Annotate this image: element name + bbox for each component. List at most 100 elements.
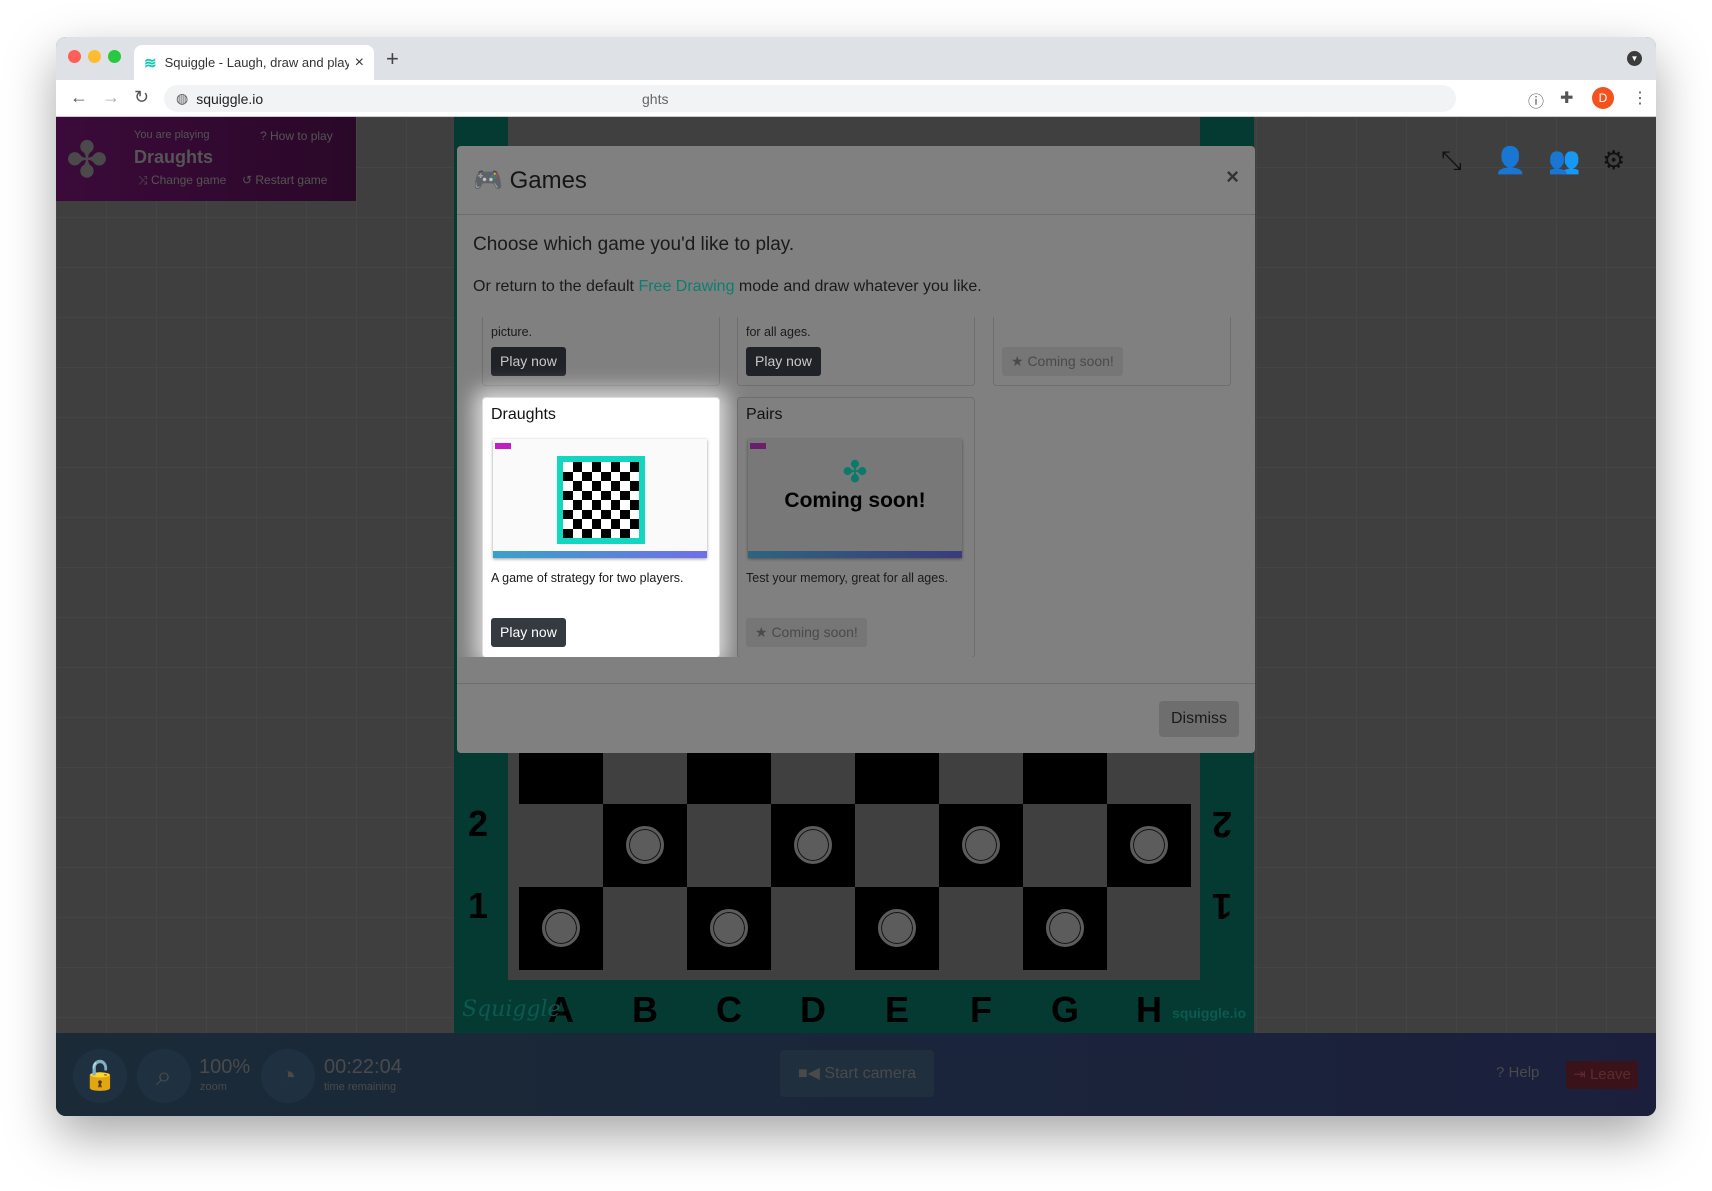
url-input[interactable]: ◍ squiggle.io ghts [164,85,1456,112]
compress-icon[interactable]: ⤡ [1441,145,1462,177]
zoom-search-icon[interactable]: ⌕ [137,1049,191,1103]
game-card-pairs: Pairs ✤ Coming soon! Test your memory, g… [737,397,975,657]
game-title: Draughts [491,406,556,423]
modal-title-text: Games [509,167,587,194]
exit-icon: ⇥ [1573,1066,1586,1083]
password-manager-icon[interactable]: ⓘ [1528,88,1544,112]
modal-title: 🎮 Games [473,166,587,195]
draughts-piece[interactable] [542,909,580,947]
browser-tab[interactable]: ≋ Squiggle - Laugh, draw and play × [134,45,374,80]
time-remaining-value: 00:22:04 [324,1056,402,1078]
start-camera-button[interactable]: ■◀ Start camera [780,1050,934,1097]
zoom-value: 100% [199,1056,251,1078]
play-now-button[interactable]: Play now [746,347,821,376]
dark-square[interactable] [1023,887,1107,970]
maximize-window-button[interactable] [108,50,121,63]
play-now-button[interactable]: Play now [491,347,566,376]
gamepad-icon: 🎮 [473,167,503,194]
playing-caption: You are playing [134,129,210,141]
dark-square[interactable] [855,887,939,970]
sub-text: Or return to the default [473,278,634,295]
tab-bar: ≋ Squiggle - Laugh, draw and play × + ▼ [56,37,1656,80]
file-label: F [970,989,992,1030]
close-window-button[interactable] [68,50,81,63]
close-modal-button[interactable]: × [1226,164,1239,190]
close-tab-icon[interactable]: × [355,54,364,72]
play-now-button[interactable]: Play now [491,618,566,647]
canvas-area[interactable]: ✤ You are playing Draughts ? How to play… [56,117,1656,1116]
address-bar: ← → ↻ ◍ squiggle.io ghts ⓘ ✚ D ⋮ [56,80,1656,117]
draughts-piece[interactable] [626,826,664,864]
tab-search-icon[interactable]: ▼ [1627,51,1642,66]
rank-label-right: 1 [1212,886,1233,927]
restart-game-label: Restart game [255,173,328,187]
draughts-piece[interactable] [794,826,832,864]
time-remaining-label: time remaining [324,1081,397,1093]
game-panel: ✤ You are playing Draughts ? How to play… [56,117,356,201]
coming-soon-overlay: Coming soon! [784,489,926,512]
draughts-piece[interactable] [962,826,1000,864]
restart-game-link[interactable]: ↺ Restart game [242,173,327,187]
game-card: picture. Play now [482,317,720,386]
extensions-icon[interactable]: ✚ [1560,88,1573,108]
game-card: ★ Coming soon! [993,317,1231,386]
game-title: Pairs [746,406,783,423]
rank-label-left: 1 [468,885,489,926]
clock-icon: ◔ [261,1049,315,1103]
games-list[interactable]: picture. Play now for all ages. Play now… [457,317,1255,657]
game-card-draughts[interactable]: Draughts A game of strategy for two play… [482,397,720,657]
start-camera-label: Start camera [824,1065,916,1082]
game-description: A game of strategy for two players. [491,571,684,585]
leave-button[interactable]: ⇥ Leave [1566,1061,1638,1089]
file-label: E [884,989,909,1030]
game-description: for all ages. [746,325,811,339]
help-button[interactable]: ? Help [1496,1064,1539,1081]
modal-subtext: Or return to the default Free Drawing mo… [473,278,982,296]
menu-icon[interactable]: ⋮ [1632,88,1648,108]
rank-label-left: 2 [468,803,489,844]
puzzle-icon: ✤ [842,456,868,489]
reload-icon[interactable]: ↻ [134,87,149,108]
back-icon[interactable]: ← [70,87,88,108]
dark-square[interactable] [939,804,1023,887]
new-tab-button[interactable]: + [386,46,399,72]
forward-icon[interactable]: → [102,87,120,108]
tab-title: Squiggle - Laugh, draw and play [164,55,349,70]
file-label: B [632,989,658,1030]
help-label: Help [1508,1064,1540,1081]
minimize-window-button[interactable] [88,50,101,63]
change-game-label: Change game [150,173,227,187]
dismiss-button[interactable]: Dismiss [1159,701,1239,737]
dark-square[interactable] [603,804,687,887]
leave-label: Leave [1589,1066,1631,1083]
profile-avatar[interactable]: D [1592,87,1614,109]
draughts-piece[interactable] [1130,826,1168,864]
draughts-piece[interactable] [1046,909,1084,947]
dark-square[interactable] [1107,804,1191,887]
draughts-piece[interactable] [710,909,748,947]
sub-text: mode and draw whatever you like. [738,278,982,295]
draughts-preview-image [493,439,707,558]
settings-gear-icon[interactable]: ⚙ [1602,145,1625,176]
invite-user-icon[interactable]: 👤 [1494,145,1526,176]
modal-lead: Choose which game you'd like to play. [473,234,795,255]
dark-square[interactable] [687,887,771,970]
modal-header: 🎮 Games × [457,146,1255,215]
lock-icon[interactable]: 🔓 [73,1049,127,1103]
dark-square[interactable] [519,887,603,970]
file-label: G [1050,989,1079,1030]
how-to-play-link[interactable]: ? How to play [260,129,333,143]
draughts-piece[interactable] [878,909,916,947]
browser-window: ≋ Squiggle - Laugh, draw and play × + ▼ … [56,37,1656,1116]
rank-label-right: 2 [1212,804,1233,845]
users-icon[interactable]: 👥 [1548,145,1580,176]
omnibox-text: ghts [642,90,669,107]
free-drawing-link[interactable]: Free Drawing [638,278,734,295]
game-description: Test your memory, great for all ages. [746,571,948,585]
question-icon: ? [1496,1064,1505,1081]
dark-square[interactable] [771,804,855,887]
change-game-link[interactable]: ⤨ Change game [138,173,226,188]
file-label: D [800,989,826,1030]
url-text: squiggle.io [196,90,264,107]
game-description: picture. [491,325,532,339]
